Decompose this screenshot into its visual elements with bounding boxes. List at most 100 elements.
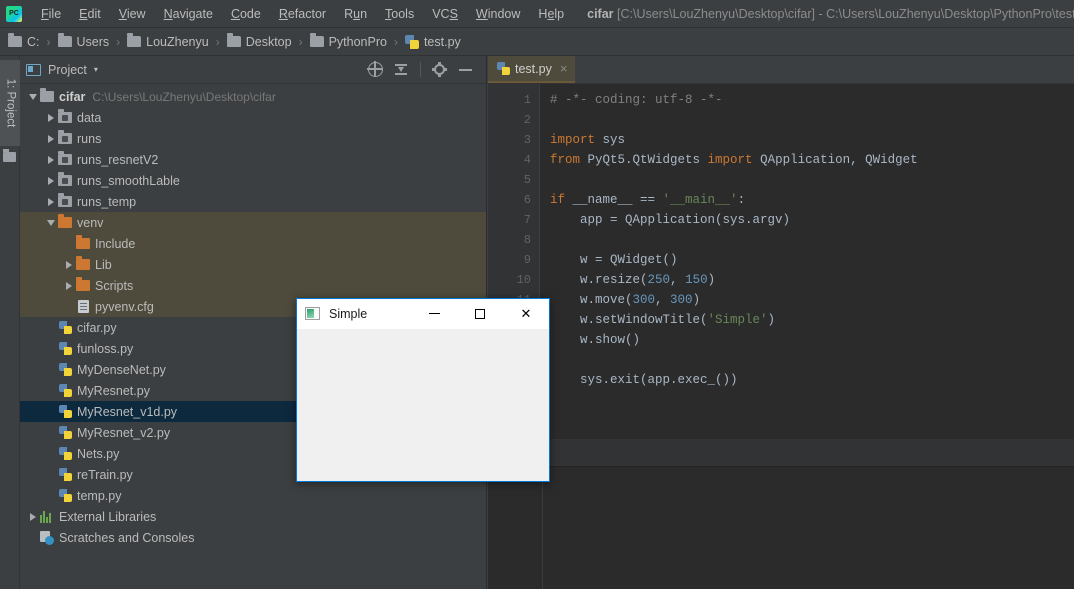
chevron-right-icon[interactable] <box>26 512 39 521</box>
menu-item-help[interactable]: Help <box>529 4 573 24</box>
tree-node-label: funloss.py <box>77 341 134 356</box>
code-token: ) <box>692 293 701 307</box>
folder-icon <box>309 33 324 47</box>
folder-icon <box>8 33 22 47</box>
code-token: , <box>670 273 686 287</box>
code-line: w.move(300, 300) <box>550 290 1074 310</box>
menu-item-code[interactable]: Code <box>222 4 270 24</box>
close-button[interactable]: ✕ <box>503 299 549 329</box>
close-icon[interactable]: × <box>560 61 568 76</box>
menu-item-vcs[interactable]: VCS <box>423 4 467 24</box>
folder-orange-icon <box>75 277 91 291</box>
simple-window-controls: ✕ <box>411 299 549 329</box>
minimize-button[interactable] <box>411 299 457 329</box>
code-editor[interactable]: 123456789101112131415 # -*- coding: utf-… <box>488 84 1074 439</box>
menu-item-view[interactable]: View <box>110 4 155 24</box>
code-token: sys <box>602 133 626 147</box>
code-token: 150 <box>685 273 708 287</box>
menu-item-file[interactable]: File <box>32 4 70 24</box>
code-token: sys.exit(app.exec_()) <box>550 373 738 387</box>
structure-folder-icon[interactable] <box>3 149 16 162</box>
tree-node-venv[interactable]: venv <box>20 212 486 233</box>
breadcrumb-separator: › <box>393 34 398 49</box>
collapse-all-icon[interactable] <box>394 62 409 77</box>
hide-icon[interactable] <box>458 62 473 77</box>
tree-node-label: cifar.py <box>77 320 117 335</box>
menu-item-run[interactable]: Run <box>335 4 376 24</box>
folder-icon <box>127 33 142 47</box>
menu-item-navigate[interactable]: Navigate <box>155 4 222 24</box>
code-content[interactable]: # -*- coding: utf-8 -*- import sys from P… <box>540 84 1074 439</box>
tree-node-runssmoothlable[interactable]: runs_smoothLable <box>20 170 486 191</box>
chevron-right-icon[interactable] <box>44 155 57 164</box>
python-file-icon <box>57 467 73 482</box>
breadcrumb-item-louzhenyu[interactable]: LouZhenyu <box>125 33 211 51</box>
chevron-right-icon[interactable] <box>44 134 57 143</box>
code-line: if __name__ == '__main__': <box>550 190 1074 210</box>
chevron-right-icon[interactable] <box>62 281 75 290</box>
tree-node-runstemp[interactable]: runs_temp <box>20 191 486 212</box>
editor-tab-label: test.py <box>515 61 552 76</box>
breadcrumb-item-testpy[interactable]: test.py <box>403 33 463 51</box>
editor-divider-strip <box>488 439 1074 467</box>
code-token: app = QApplication(sys.argv) <box>550 213 791 227</box>
python-file-icon <box>57 362 73 377</box>
chevron-right-icon[interactable] <box>44 176 57 185</box>
line-number: 6 <box>523 193 531 207</box>
menu-item-window[interactable]: Window <box>467 4 529 24</box>
code-token: ) <box>767 313 776 327</box>
line-number: 4 <box>523 153 531 167</box>
tree-node-runs[interactable]: runs <box>20 128 486 149</box>
pycharm-logo-icon <box>6 5 22 22</box>
breadcrumb-item-users[interactable]: Users <box>56 33 112 51</box>
chevron-down-icon[interactable] <box>44 219 57 226</box>
tree-node-label: runs_smoothLable <box>77 173 180 188</box>
gear-icon[interactable] <box>432 62 447 77</box>
breadcrumb-label: Desktop <box>245 34 292 49</box>
breadcrumb-item-c[interactable]: C: <box>6 33 42 51</box>
tree-node-label: venv <box>77 215 104 230</box>
menu-item-tools[interactable]: Tools <box>376 4 423 24</box>
tree-node-temppy[interactable]: temp.py <box>20 485 486 506</box>
code-line: w = QWidget() <box>550 250 1074 270</box>
menu-item-edit[interactable]: Edit <box>70 4 110 24</box>
tree-node-externallibraries[interactable]: External Libraries <box>20 506 486 527</box>
breadcrumb-item-desktop[interactable]: Desktop <box>225 33 294 51</box>
chevron-down-icon[interactable] <box>26 93 39 100</box>
tool-window-button-project-label: 1: Project <box>4 78 17 128</box>
tree-node-cifar[interactable]: cifar C:\Users\LouZhenyu\Desktop\cifar <box>20 86 486 107</box>
python-file-icon <box>57 446 73 461</box>
editor-area: test.py × 123456789101112131415 # -*- co… <box>488 56 1074 589</box>
tree-node-scripts[interactable]: Scripts <box>20 275 486 296</box>
tree-node-include[interactable]: Include <box>20 233 486 254</box>
tree-node-data[interactable]: data <box>20 107 486 128</box>
tool-window-button-project[interactable]: 1: Project <box>0 60 20 146</box>
python-file-icon <box>57 488 73 503</box>
tree-node-scratchesandconsoles[interactable]: Scratches and Consoles <box>20 527 486 548</box>
simple-app-window[interactable]: Simple ✕ <box>296 298 550 482</box>
breadcrumb-item-pythonpro[interactable]: PythonPro <box>308 33 389 51</box>
code-token: , <box>655 293 671 307</box>
project-panel-title: Project <box>48 62 87 77</box>
line-number: 1 <box>523 93 531 107</box>
folder-source-icon <box>57 130 73 144</box>
locate-icon[interactable] <box>366 60 383 77</box>
chevron-right-icon[interactable] <box>44 197 57 206</box>
editor-tab-test-py[interactable]: test.py × <box>488 56 576 83</box>
chevron-right-icon[interactable] <box>62 260 75 269</box>
code-line: sys.exit(app.exec_()) <box>550 370 1074 390</box>
tree-node-runsresnetv2[interactable]: runs_resnetV2 <box>20 149 486 170</box>
tree-node-label: runs_resnetV2 <box>77 152 159 167</box>
tree-node-label: pyvenv.cfg <box>95 299 154 314</box>
chevron-down-icon[interactable]: ▾ <box>94 65 98 74</box>
tree-node-label: cifar <box>59 89 86 104</box>
tree-node-lib[interactable]: Lib <box>20 254 486 275</box>
breadcrumb-label: PythonPro <box>328 34 387 49</box>
chevron-right-icon[interactable] <box>44 113 57 122</box>
menu-item-refactor[interactable]: Refactor <box>270 4 335 24</box>
line-number: 9 <box>523 253 531 267</box>
simple-window-title-bar[interactable]: Simple ✕ <box>297 299 549 329</box>
maximize-button[interactable] <box>457 299 503 329</box>
project-window-icon <box>26 63 41 76</box>
